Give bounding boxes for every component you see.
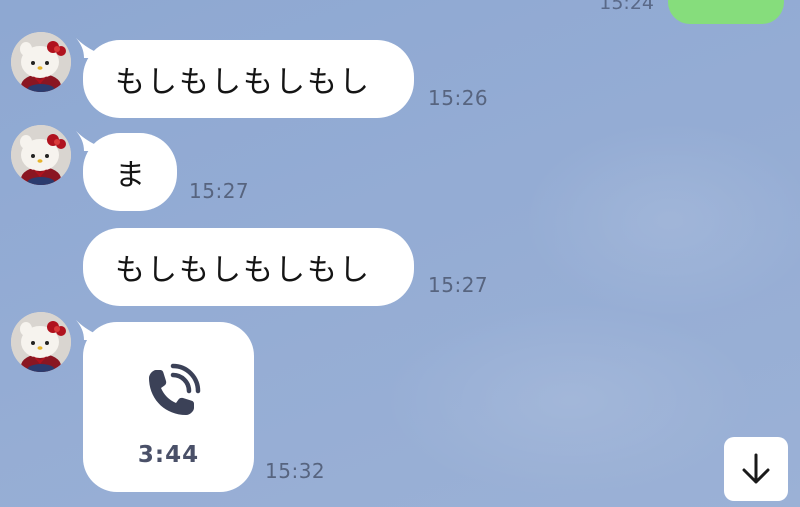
background-cloud [520, 120, 800, 320]
sender-avatar[interactable] [11, 125, 71, 185]
background-cloud [380, 300, 760, 500]
incoming-message-bubble[interactable]: ま [83, 133, 177, 211]
arrow-down-icon [742, 453, 770, 484]
message-time: 15:26 [428, 86, 489, 110]
sender-avatar[interactable] [11, 312, 71, 372]
message-text: もしもしもしもし [115, 65, 371, 100]
message-time: 15:27 [428, 273, 489, 297]
message-time: 15:32 [265, 459, 326, 483]
call-duration: 3:44 [137, 442, 200, 468]
incoming-message-bubble[interactable]: もしもしもしもし [83, 228, 414, 306]
incoming-message-bubble[interactable]: もしもしもしもし [83, 40, 414, 118]
sender-avatar[interactable] [11, 32, 71, 92]
chat-view[interactable]: 15:24 もしもしもしもし 15:26 ま 15:27 もしもしもしもし 15… [0, 0, 800, 507]
scroll-to-bottom-button[interactable] [724, 437, 788, 501]
outgoing-message-bubble[interactable] [668, 0, 784, 24]
message-time: 15:24 [599, 0, 654, 14]
voice-call-bubble[interactable]: 3:44 [83, 322, 254, 492]
message-text: ま [115, 158, 147, 193]
message-text: もしもしもしもし [115, 253, 371, 288]
message-time: 15:27 [189, 179, 250, 203]
phone-call-icon [149, 363, 201, 415]
